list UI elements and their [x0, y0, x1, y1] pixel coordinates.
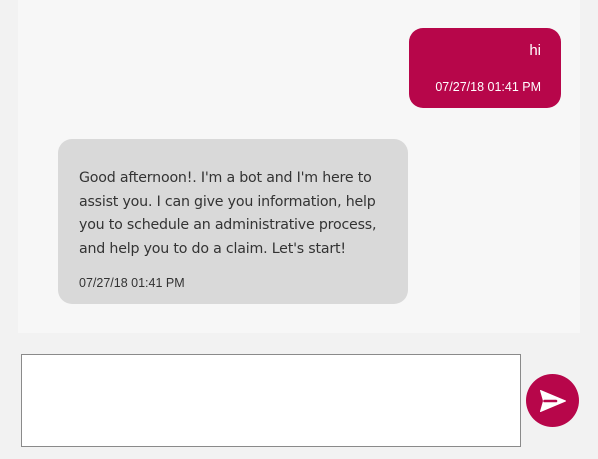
send-button[interactable]: [526, 374, 579, 427]
message-input[interactable]: [21, 354, 521, 447]
bot-message-bubble: Good afternoon!. I'm a bot and I'm here …: [58, 139, 408, 304]
user-message-timestamp: 07/27/18 01:41 PM: [435, 80, 541, 94]
send-icon: [539, 389, 566, 412]
bot-message-timestamp: 07/27/18 01:41 PM: [79, 276, 185, 290]
user-message-bubble: hi 07/27/18 01:41 PM: [409, 28, 561, 108]
bot-message-text: Good afternoon!. I'm a bot and I'm here …: [79, 170, 377, 257]
user-message-text: hi: [529, 42, 541, 59]
